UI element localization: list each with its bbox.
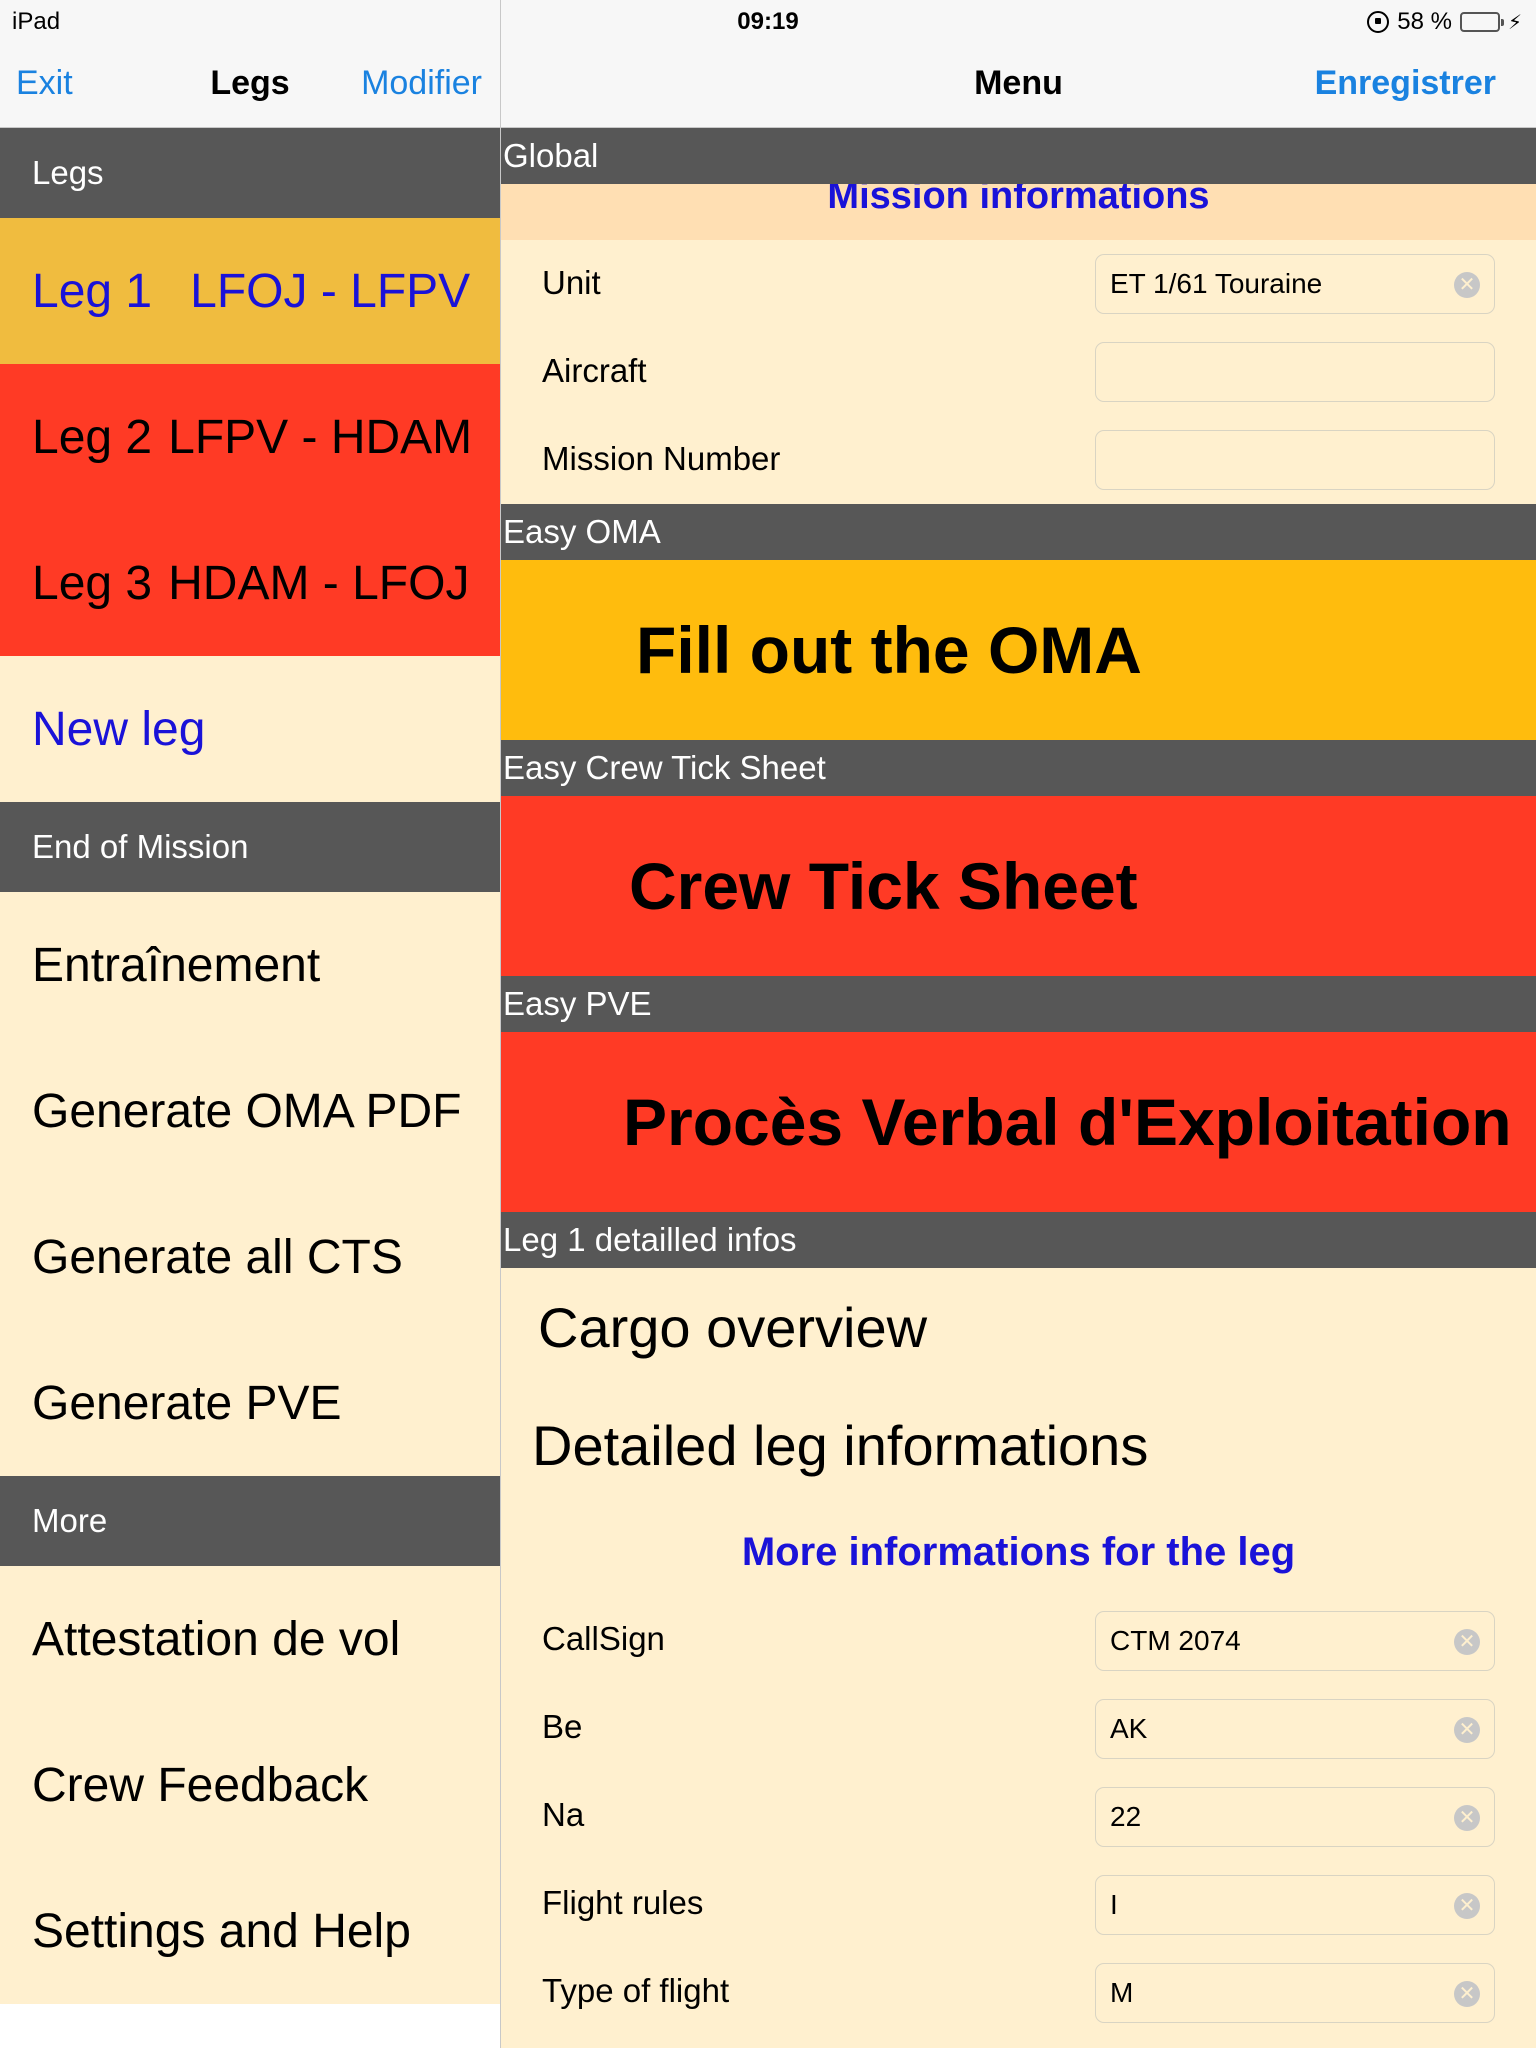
- flight-rules-field[interactable]: I ✕: [1095, 1875, 1495, 1935]
- generate-all-cts-item[interactable]: Generate all CTS: [0, 1184, 500, 1330]
- leg-number: Leg 3: [32, 556, 153, 610]
- be-label: Be: [542, 1708, 583, 1745]
- battery-percent: 58 %: [1397, 8, 1452, 35]
- cargo-overview-item[interactable]: Cargo overview: [538, 1295, 927, 1360]
- be-value: AK: [1110, 1713, 1148, 1744]
- clear-icon[interactable]: ✕: [1454, 272, 1480, 298]
- mission-informations-title: Mission informations: [501, 184, 1536, 240]
- callsign-value: CTM 2074: [1110, 1625, 1241, 1656]
- pve-button[interactable]: Procès Verbal d'Exploitation: [501, 1032, 1536, 1212]
- leg-number: Leg 2: [32, 410, 153, 464]
- clear-icon[interactable]: ✕: [1454, 1717, 1480, 1743]
- leg-item-3[interactable]: Leg 3 HDAM - LFOJ: [0, 510, 500, 656]
- mission-number-field[interactable]: [1095, 430, 1495, 490]
- easy-cts-header: Easy Crew Tick Sheet: [501, 740, 1536, 796]
- mission-number-label: Mission Number: [542, 440, 781, 477]
- global-header: Global: [501, 128, 1536, 184]
- be-field[interactable]: AK ✕: [1095, 1699, 1495, 1759]
- settings-help-item[interactable]: Settings and Help: [0, 1858, 500, 2004]
- unit-field[interactable]: ET 1/61 Touraine ✕: [1095, 254, 1495, 314]
- type-of-flight-label: Type of flight: [542, 1972, 730, 2009]
- more-header: More: [0, 1476, 500, 1566]
- clear-icon[interactable]: ✕: [1454, 1805, 1480, 1831]
- modify-button[interactable]: Modifier: [361, 64, 482, 103]
- leg-item-1[interactable]: Leg 1 LFOJ - LFPV: [0, 218, 500, 364]
- legs-nav-bar: Legs Exit Modifier: [0, 40, 500, 128]
- flight-rules-label: Flight rules: [542, 1884, 704, 1921]
- leg-route: LFPV - HDAM: [168, 410, 473, 464]
- menu-content: Global Mission informations Unit ET 1/61…: [501, 128, 1536, 2048]
- fill-oma-label: Fill out the OMA: [636, 613, 1142, 687]
- generate-oma-pdf-item[interactable]: Generate OMA PDF: [0, 1038, 500, 1184]
- callsign-label: CallSign: [542, 1620, 665, 1657]
- aircraft-field[interactable]: [1095, 342, 1495, 402]
- rotation-lock-icon: [1367, 11, 1390, 33]
- charging-icon: ⚡: [1507, 11, 1522, 34]
- flight-attestation-item[interactable]: Attestation de vol: [0, 1566, 500, 1712]
- save-button[interactable]: Enregistrer: [1315, 64, 1496, 103]
- unit-label: Unit: [542, 264, 601, 301]
- battery-icon: [1459, 12, 1504, 32]
- leg-item-2[interactable]: Leg 2 LFPV - HDAM: [0, 364, 500, 510]
- fill-oma-button[interactable]: Fill out the OMA: [501, 560, 1536, 740]
- unit-value: ET 1/61 Touraine: [1110, 268, 1323, 299]
- clear-icon[interactable]: ✕: [1454, 1629, 1480, 1655]
- na-field[interactable]: 22 ✕: [1095, 1787, 1495, 1847]
- crew-tick-sheet-label: Crew Tick Sheet: [629, 849, 1138, 923]
- detailed-leg-informations-item[interactable]: Detailed leg informations: [532, 1413, 1148, 1478]
- status-indicators: 58 % ⚡: [1367, 8, 1522, 36]
- leg-details-header: Leg 1 detailled infos: [501, 1212, 1536, 1268]
- menu-nav-bar: Menu Enregistrer: [501, 40, 1536, 128]
- na-label: Na: [542, 1796, 585, 1833]
- crew-feedback-item[interactable]: Crew Feedback: [0, 1712, 500, 1858]
- aircraft-label: Aircraft: [542, 352, 647, 389]
- generate-pve-item[interactable]: Generate PVE: [0, 1330, 500, 1476]
- type-of-flight-value: M: [1110, 1977, 1134, 2008]
- easy-oma-header: Easy OMA: [501, 504, 1536, 560]
- more-informations-link[interactable]: More informations for the leg: [501, 1530, 1536, 1575]
- leg-number: Leg 1: [32, 264, 153, 318]
- new-leg-button[interactable]: New leg: [0, 656, 500, 802]
- clock: 09:19: [737, 8, 799, 35]
- legs-list: Legs Leg 1 LFOJ - LFPV Leg 2 LFPV - HDAM L…: [0, 128, 500, 2004]
- status-bar: iPad 09:19 58 % ⚡: [0, 0, 1536, 40]
- end-of-mission-header: End of Mission: [0, 802, 500, 892]
- easy-pve-header: Easy PVE: [501, 976, 1536, 1032]
- exit-button[interactable]: Exit: [16, 64, 73, 103]
- callsign-field[interactable]: CTM 2074 ✕: [1095, 1611, 1495, 1671]
- na-value: 22: [1110, 1801, 1142, 1832]
- leg-route: LFOJ - LFPV: [190, 264, 471, 318]
- clear-icon[interactable]: ✕: [1454, 1981, 1480, 2007]
- training-item[interactable]: Entraînement: [0, 892, 500, 1038]
- clear-icon[interactable]: ✕: [1454, 1893, 1480, 1919]
- flight-rules-value: I: [1110, 1889, 1118, 1920]
- legs-section-header: Legs: [0, 128, 500, 218]
- pve-label: Procès Verbal d'Exploitation: [623, 1085, 1512, 1159]
- type-of-flight-field[interactable]: M ✕: [1095, 1963, 1495, 2023]
- crew-tick-sheet-button[interactable]: Crew Tick Sheet: [501, 796, 1536, 976]
- leg-route: HDAM - LFOJ: [168, 556, 470, 610]
